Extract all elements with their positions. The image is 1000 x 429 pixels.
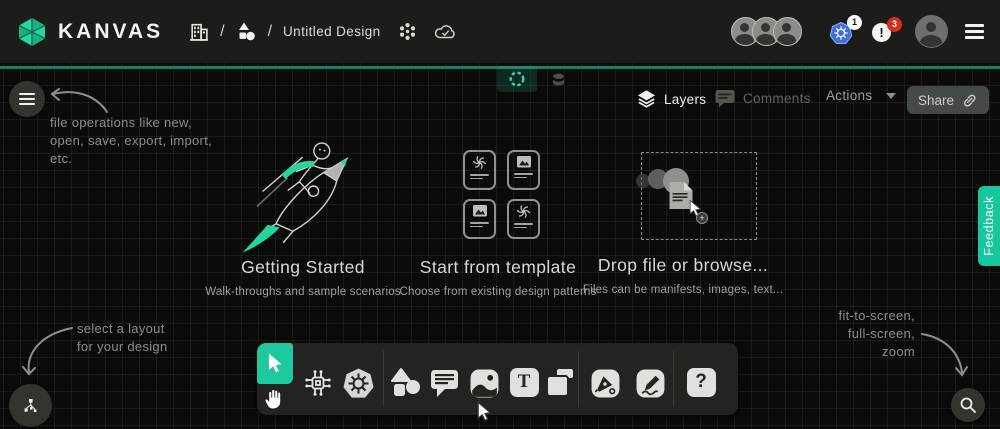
comments-button[interactable]: Comments	[714, 88, 811, 108]
pencil-tool-icon	[635, 368, 666, 399]
template-grid[interactable]	[463, 150, 540, 239]
file-ops-arrow	[46, 88, 116, 148]
breadcrumb-separator: /	[220, 23, 224, 41]
project-icon[interactable]	[236, 22, 257, 41]
add-file-plus-icon: +	[696, 212, 708, 224]
cycle-view-icon	[508, 70, 526, 88]
topology-icon	[302, 367, 334, 399]
collaborator-avatars[interactable]	[731, 17, 802, 46]
actions-dropdown[interactable]: Actions	[826, 88, 896, 103]
view-tab-stack[interactable]	[541, 66, 575, 92]
tools-toolbar: T	[257, 343, 738, 415]
share-button[interactable]: Share	[907, 86, 989, 114]
dropzone-subtitle: Files can be manifests, images, text...	[568, 284, 798, 296]
layout-annotation: select a layout for your design	[77, 320, 168, 356]
app-header: KANVAS /	[0, 0, 1000, 63]
layout-tree-icon	[22, 398, 39, 414]
comments-label: Comments	[743, 91, 811, 106]
frame-tool-icon	[545, 367, 575, 398]
cursor-icon	[266, 353, 285, 374]
rocket-illustration[interactable]	[235, 133, 375, 253]
mouse-cursor	[477, 402, 492, 422]
alerts-indicator[interactable]: ! 3	[872, 17, 898, 47]
tool-text[interactable]: T	[509, 367, 539, 397]
template-card[interactable]	[463, 199, 496, 239]
layout-select-button[interactable]	[9, 384, 52, 427]
file-dropzone[interactable]: +	[641, 152, 757, 240]
user-avatar[interactable]	[915, 15, 948, 48]
comment-icon	[714, 88, 736, 108]
organization-icon[interactable]	[189, 21, 209, 42]
share-link-icon	[961, 92, 978, 109]
zoom-arrow	[915, 328, 971, 382]
stack-view-icon	[550, 71, 567, 88]
image-thumb-icon	[516, 155, 532, 169]
zoom-annotation: fit-to-screen, full-screen, zoom	[815, 307, 915, 361]
image-tool-icon	[469, 368, 500, 399]
pattern-swirl-icon	[516, 204, 531, 219]
tool-topology[interactable]	[301, 366, 335, 400]
getting-started-title[interactable]: Getting Started	[193, 257, 413, 278]
template-card[interactable]	[507, 199, 540, 239]
kubernetes-status[interactable]: 1	[829, 17, 859, 47]
dropzone-title[interactable]: Drop file or browse...	[573, 255, 793, 276]
cloud-sync-icon	[434, 23, 458, 40]
kanvas-logo-icon	[16, 17, 48, 47]
layers-icon	[636, 88, 657, 110]
zoom-button[interactable]	[951, 388, 985, 422]
image-thumb-icon	[472, 204, 488, 218]
tool-pan[interactable]	[264, 387, 286, 411]
file-menu-button[interactable]	[9, 81, 45, 117]
feedback-label: Feedback	[982, 196, 996, 256]
hand-icon	[265, 388, 285, 410]
layers-label: Layers	[664, 92, 706, 107]
template-card[interactable]	[463, 150, 496, 190]
tool-pen[interactable]	[588, 366, 622, 400]
tool-image[interactable]	[467, 366, 501, 400]
feedback-tab[interactable]: Feedback	[978, 186, 1000, 266]
tool-comment[interactable]	[427, 365, 461, 401]
toolbar-separator	[673, 351, 674, 407]
k8s-count-badge: 1	[847, 15, 862, 30]
tool-select[interactable]	[257, 343, 293, 384]
breadcrumb: / / Untitled Design	[189, 21, 457, 42]
kubernetes-wheel-icon	[342, 367, 375, 400]
pattern-swirl-icon	[472, 155, 487, 170]
layers-button[interactable]: Layers	[636, 88, 706, 110]
workloads-icon[interactable]	[398, 22, 417, 41]
tool-frame[interactable]	[544, 366, 576, 399]
app-logo[interactable]: KANVAS	[16, 17, 163, 47]
tool-kubernetes[interactable]	[341, 366, 375, 400]
shapes-icon	[390, 366, 422, 400]
header-right: 1 ! 3	[731, 15, 984, 48]
pen-tool-icon	[590, 368, 621, 399]
view-tab-design[interactable]	[497, 66, 537, 92]
share-label: Share	[918, 93, 954, 108]
actions-label: Actions	[826, 88, 872, 103]
header-menu-icon[interactable]	[965, 21, 984, 43]
design-title[interactable]: Untitled Design	[283, 24, 381, 39]
tool-shapes[interactable]	[389, 365, 423, 401]
magnifier-icon	[959, 396, 977, 414]
toolbar-separator	[383, 351, 384, 407]
hamburger-icon	[19, 90, 35, 108]
comment-tool-icon	[429, 367, 460, 399]
breadcrumb-separator: /	[268, 23, 272, 41]
toolbar-separator	[578, 351, 579, 407]
help-tool-glyph: ?	[695, 371, 707, 393]
layout-arrow	[20, 318, 80, 383]
avatar[interactable]	[773, 17, 802, 46]
text-tool-glyph: T	[518, 371, 531, 393]
kanvas-app: KANVAS /	[0, 0, 1000, 429]
template-card[interactable]	[507, 150, 540, 190]
app-name: KANVAS	[58, 20, 163, 44]
tool-pencil[interactable]	[633, 366, 667, 400]
alert-count-badge: 3	[887, 17, 902, 32]
tool-help[interactable]: ?	[686, 367, 716, 397]
chevron-down-icon	[886, 93, 896, 99]
